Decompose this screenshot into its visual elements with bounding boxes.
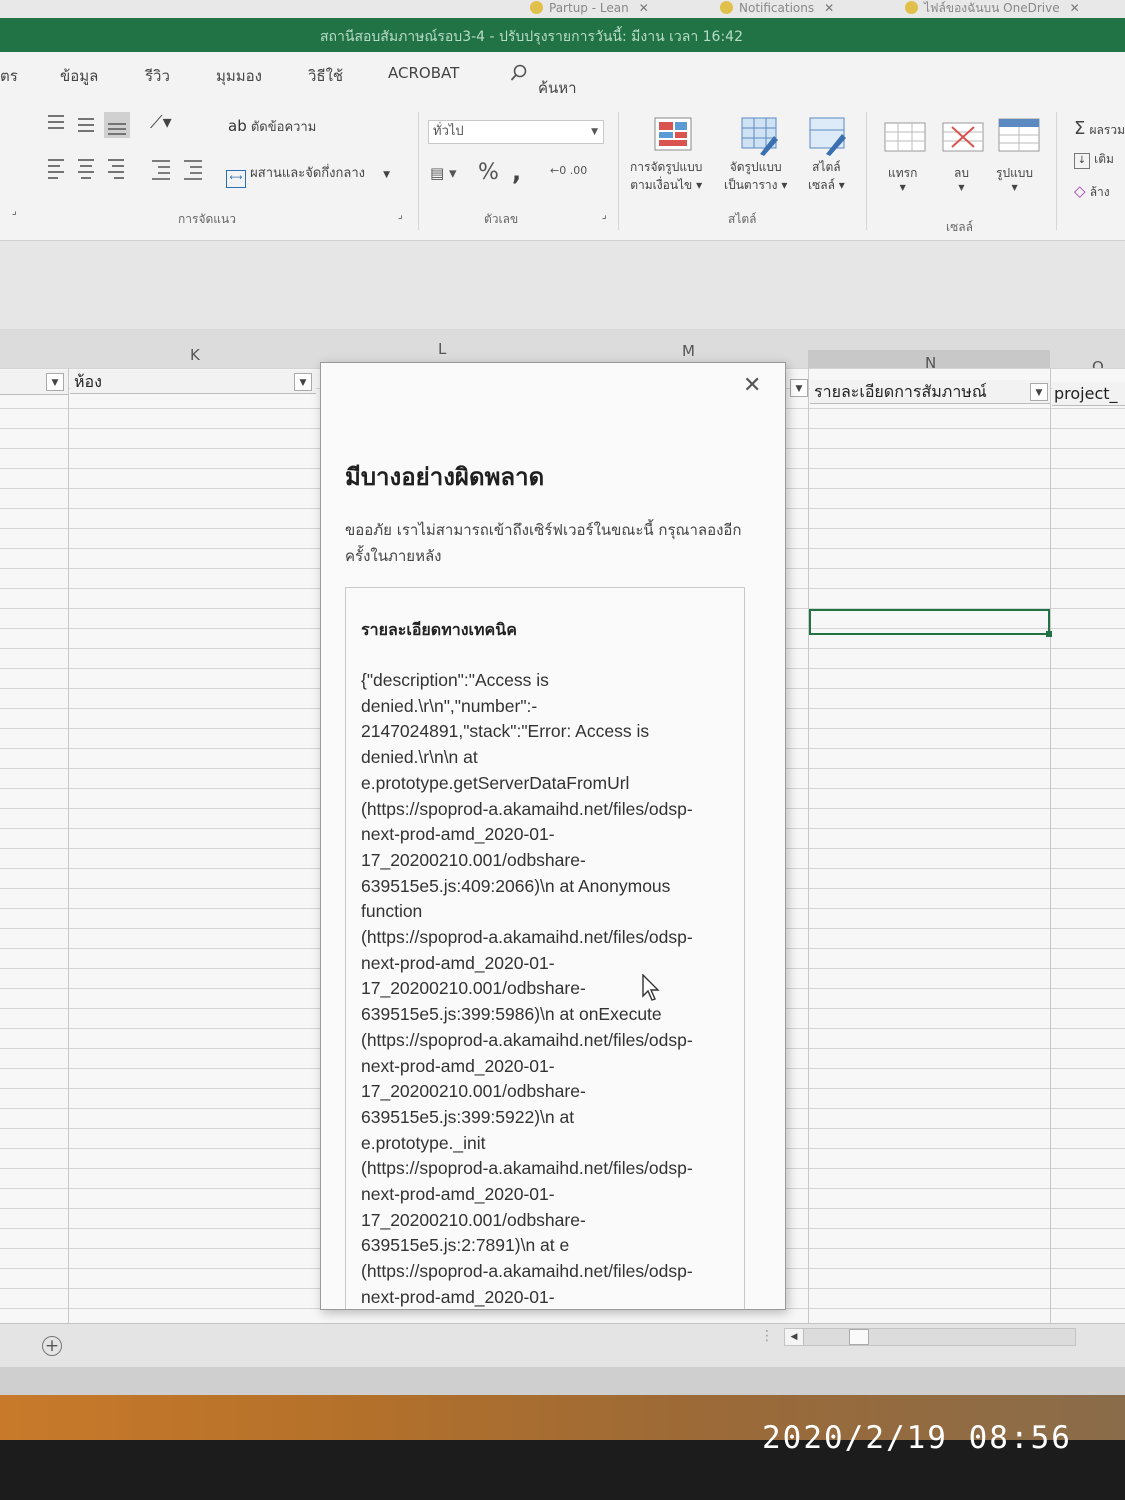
insert-button[interactable]: แทรก ▼ bbox=[888, 164, 917, 192]
column-divider bbox=[808, 368, 809, 1323]
format-cells-icon bbox=[998, 118, 1040, 152]
tab-favicon-icon bbox=[720, 1, 733, 14]
vertical-align-icons[interactable] bbox=[44, 110, 130, 140]
dialog-launcher-icon[interactable]: ⌟ bbox=[602, 210, 607, 221]
format-as-table-button[interactable]: จัดรูปแบบ เป็นตาราง ▾ bbox=[724, 158, 787, 194]
technical-details-heading: รายละเอียดทางเทคนิค bbox=[361, 620, 517, 639]
header-cell-o[interactable]: project_ bbox=[1052, 382, 1125, 406]
ribbon-tab[interactable]: ตร bbox=[0, 64, 18, 88]
column-divider bbox=[68, 368, 69, 1323]
close-icon[interactable]: ✕ bbox=[743, 373, 761, 398]
search-icon bbox=[510, 64, 527, 81]
ribbon-tab-bar: ตร ข้อมูล รีวิว มุมมอง วิธีใช้ ACROBAT ค… bbox=[0, 52, 1125, 98]
splitter-handle[interactable]: ⋮ bbox=[760, 1328, 774, 1344]
merge-center-button[interactable]: ⟷ ผสานและจัดกึ่งกลาง ▼ bbox=[226, 162, 390, 188]
tab-favicon-icon bbox=[530, 1, 543, 14]
eraser-icon: ◇ bbox=[1074, 182, 1086, 200]
conditional-format-button[interactable]: การจัดรูปแบบ ตามเงื่อนไข ▾ bbox=[630, 158, 702, 194]
horizontal-align-icons[interactable] bbox=[44, 156, 134, 180]
percent-style-icon[interactable]: % bbox=[478, 160, 499, 185]
ribbon-separator bbox=[618, 112, 619, 230]
dialog-launcher-icon[interactable]: ⌟ bbox=[398, 210, 403, 221]
column-divider bbox=[1050, 368, 1051, 1323]
number-format-select[interactable]: ทั่วไป ▼ bbox=[428, 120, 604, 144]
tab-favicon-icon bbox=[905, 1, 918, 14]
format-as-table-icon bbox=[741, 117, 778, 156]
merge-icon: ⟷ bbox=[226, 170, 246, 188]
conditional-format-icon bbox=[654, 117, 692, 151]
browser-tab[interactable]: Partup - Lean ✕ bbox=[530, 0, 649, 18]
chevron-down-icon: ▼ bbox=[383, 170, 391, 180]
fill-down-icon: ↓ bbox=[1074, 153, 1090, 169]
sigma-icon: Σ bbox=[1074, 118, 1086, 139]
cell-styles-icon bbox=[809, 117, 846, 156]
error-dialog: ✕ มีบางอย่างผิดพลาด ขออภัย เราไม่สามารถเ… bbox=[320, 362, 786, 1310]
browser-tab[interactable]: ไฟล์ของฉันบน OneDrive ✕ bbox=[905, 0, 1080, 18]
clear-button[interactable]: ◇ ล้าง bbox=[1074, 182, 1110, 202]
ribbon-tab-view[interactable]: มุมมอง bbox=[216, 64, 262, 88]
ribbon-tab-data[interactable]: ข้อมูล bbox=[60, 64, 98, 88]
photo-timestamp: 2020/2/19 08:56 bbox=[762, 1420, 1072, 1456]
add-sheet-icon[interactable]: + bbox=[42, 1336, 62, 1356]
delete-cells-icon bbox=[942, 122, 984, 152]
increase-decimal-icon[interactable]: ←0 .00 bbox=[550, 164, 587, 177]
header-cell-n[interactable]: รายละเอียดการสัมภาษณ์ bbox=[810, 380, 1050, 404]
delete-button[interactable]: ลบ ▼ bbox=[954, 164, 969, 192]
wrap-text-button[interactable]: ab ตัดข้อความ bbox=[228, 116, 316, 137]
filter-dropdown-button[interactable]: ▼ bbox=[46, 373, 64, 391]
scroll-left-icon[interactable]: ◀ bbox=[785, 1329, 804, 1345]
group-label-styles: สไตล์ bbox=[728, 212, 757, 226]
browser-tab-strip: Partup - Lean ✕ Notifications ✕ ไฟล์ของฉัน… bbox=[0, 0, 1125, 19]
cell-styles-button[interactable]: สไตล์ เซลล์ ▾ bbox=[808, 158, 845, 194]
filter-dropdown-button[interactable]: ▼ bbox=[294, 373, 312, 391]
dialog-heading: มีบางอย่างผิดพลาด bbox=[345, 463, 545, 491]
window-title: สถานีสอบสัมภาษณ์รอบ3-4 - ปรับปรุงรายการว… bbox=[320, 29, 743, 45]
ribbon: ⟋▾ ab ตัดข้อความ ⟷ ผสานและจัดกึ่งกลาง ▼ … bbox=[0, 98, 1125, 241]
group-label-number: ตัวเลข bbox=[484, 212, 519, 226]
accounting-format-icon[interactable]: ▤ ▾ bbox=[430, 164, 456, 182]
column-header-l[interactable]: L bbox=[438, 340, 446, 358]
dialog-message: ขออภัย เราไม่สามารถเข้าถึงเซิร์ฟเวอร์ในข… bbox=[345, 521, 742, 565]
fill-handle[interactable] bbox=[1046, 631, 1052, 637]
column-header-m[interactable]: M bbox=[682, 342, 695, 360]
screen: Partup - Lean ✕ Notifications ✕ ไฟล์ของฉัน… bbox=[0, 0, 1125, 1440]
title-bar: สถานีสอบสัมภาษณ์รอบ3-4 - ปรับปรุงรายการว… bbox=[0, 18, 1125, 52]
orientation-icon[interactable]: ⟋▾ bbox=[150, 112, 172, 133]
column-header-k[interactable]: K bbox=[190, 346, 200, 364]
technical-details-panel[interactable]: รายละเอียดทางเทคนิค {"description":"Acce… bbox=[345, 587, 745, 1309]
formula-area bbox=[0, 241, 1125, 329]
group-label-cells: เซลล์ bbox=[946, 220, 973, 234]
ribbon-tab-review[interactable]: รีวิว bbox=[145, 64, 170, 88]
insert-cells-icon bbox=[884, 122, 926, 152]
fill-button[interactable]: ↓ เติม bbox=[1074, 150, 1114, 169]
ribbon-separator bbox=[866, 112, 867, 230]
close-icon[interactable]: ✕ bbox=[1070, 1, 1080, 15]
browser-tab[interactable]: Notifications ✕ bbox=[720, 0, 834, 18]
ribbon-separator bbox=[1056, 112, 1057, 230]
comma-style-icon[interactable]: , bbox=[512, 158, 521, 186]
mouse-pointer-icon bbox=[642, 974, 660, 1001]
chevron-down-icon: ▼ bbox=[591, 127, 598, 137]
ribbon-tab-acrobat[interactable]: ACROBAT bbox=[388, 64, 459, 82]
filter-dropdown-button[interactable]: ▼ bbox=[790, 379, 808, 397]
technical-details-text: {"description":"Access is denied.\r\n","… bbox=[361, 670, 693, 1307]
scroll-thumb[interactable] bbox=[849, 1329, 869, 1345]
header-cell-k[interactable]: ห้อง bbox=[70, 370, 316, 394]
indent-icons[interactable] bbox=[150, 158, 206, 180]
dialog-launcher-icon[interactable]: ⌟ bbox=[12, 206, 17, 217]
close-icon[interactable]: ✕ bbox=[824, 1, 834, 15]
ribbon-separator bbox=[418, 112, 419, 230]
filter-dropdown-button[interactable]: ▼ bbox=[1030, 383, 1048, 401]
autosum-button[interactable]: Σ ผลรวม bbox=[1074, 118, 1125, 140]
format-button[interactable]: รูปแบบ ▼ bbox=[996, 164, 1033, 192]
search-box[interactable]: ค้นหา bbox=[510, 64, 577, 97]
wrap-text-icon: ab bbox=[228, 117, 247, 135]
close-icon[interactable]: ✕ bbox=[639, 1, 649, 15]
horizontal-scrollbar[interactable]: ◀ bbox=[784, 1328, 1076, 1346]
group-label-alignment: การจัดแนว bbox=[178, 212, 236, 226]
ribbon-tab-help[interactable]: วิธีใช้ bbox=[308, 64, 343, 88]
active-cell[interactable] bbox=[809, 609, 1052, 637]
sheet-tab-bar: + ⋮ ◀ bbox=[0, 1323, 1125, 1368]
